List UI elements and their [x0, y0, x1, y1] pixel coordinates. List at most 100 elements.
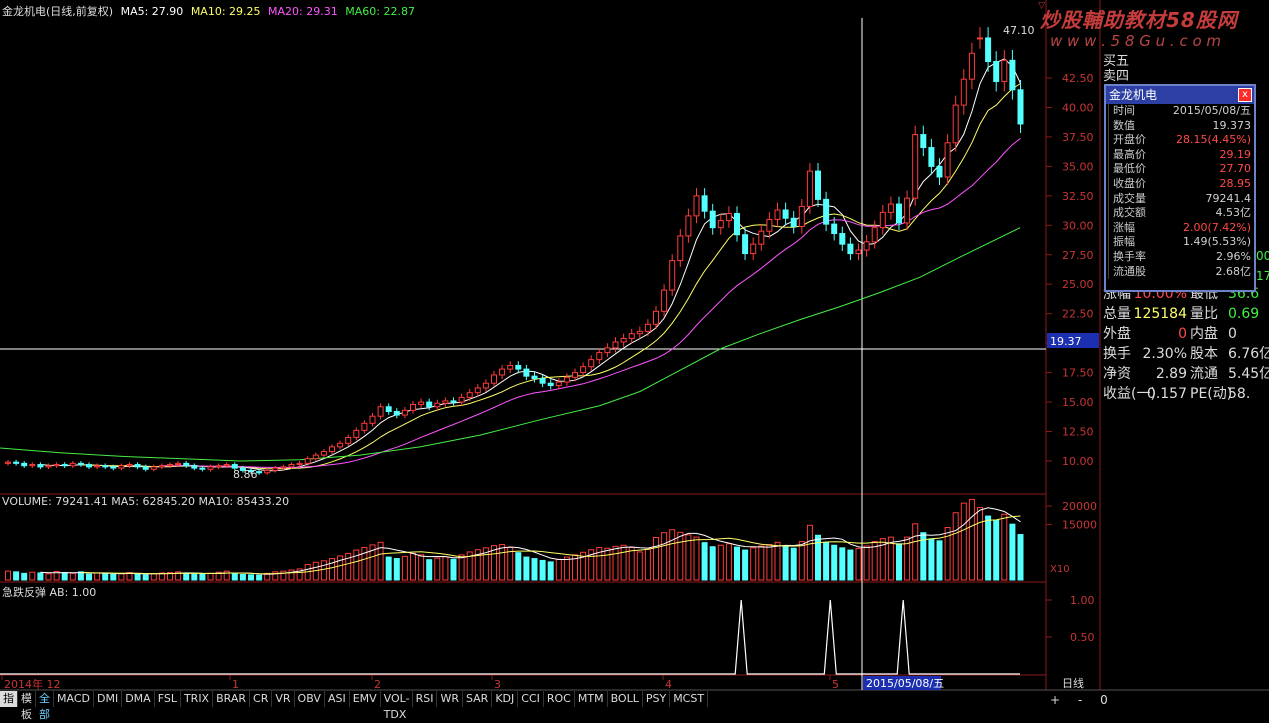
candle-body: [879, 211, 886, 229]
tab-模板[interactable]: 模板: [18, 691, 36, 721]
ma10-line: [80, 83, 1021, 470]
zoom-in-button[interactable]: +: [1050, 693, 1060, 707]
tab-sar[interactable]: SAR: [463, 691, 493, 707]
tab-mtm[interactable]: MTM: [575, 691, 608, 707]
tab-asi[interactable]: ASI: [325, 691, 350, 707]
tab-boll[interactable]: BOLL: [608, 691, 643, 707]
tab-roc[interactable]: ROC: [544, 691, 575, 707]
candle-body: [596, 352, 603, 361]
data-window-row: 时间 2015/05/08/五: [1108, 104, 1254, 119]
volume-bar: [142, 574, 149, 581]
ma20-line: [161, 138, 1021, 468]
candle-body: [385, 406, 392, 413]
volume-bar: [207, 572, 214, 581]
ma10-value: MA10: 29.25: [190, 5, 261, 18]
tab-cr[interactable]: CR: [250, 691, 273, 707]
data-window-value: 29.19: [1219, 147, 1252, 161]
tab-kdj[interactable]: KDJ: [492, 691, 519, 707]
tab-macd[interactable]: MACD: [54, 691, 94, 707]
kline-chart[interactable]: 42.50 40.00 37.50 35.00 32.50 30.00 27.50 25.00…: [0, 0, 1269, 713]
tab-psy[interactable]: PSY: [643, 691, 671, 707]
candle-body: [450, 400, 457, 403]
tab-vr[interactable]: VR: [272, 691, 295, 707]
volume-bar: [401, 555, 408, 581]
candle-body: [482, 382, 489, 389]
tab-brar[interactable]: BRAR: [213, 691, 251, 707]
data-window-label: 换手率: [1113, 249, 1146, 263]
candle-body: [993, 61, 1000, 83]
volume-bar: [661, 532, 668, 581]
candle-body: [410, 403, 416, 411]
candle-body: [725, 213, 732, 222]
volume-bar: [709, 546, 716, 581]
price-axis-label: 17.50: [1062, 367, 1094, 380]
candle-body: [499, 368, 506, 376]
volume-bar: [288, 569, 295, 581]
rebound-signal-line: [0, 599, 1020, 675]
candle-body: [920, 134, 927, 149]
volume-bar: [1009, 523, 1016, 581]
tab-wr[interactable]: WR: [437, 691, 463, 707]
candle-body: [555, 381, 562, 387]
candle-body: [280, 466, 287, 469]
candle-body: [847, 243, 854, 255]
data-window-row: 换手率 2.96%: [1108, 249, 1254, 265]
indicator-axis-label: 1.00: [1070, 594, 1095, 607]
candle-body: [345, 436, 352, 444]
volume-bar: [442, 556, 449, 581]
volume-bar: [110, 573, 117, 581]
candle-body: [774, 209, 781, 220]
date-axis-label: 5: [832, 678, 839, 691]
tab-rsi[interactable]: RSI: [413, 691, 438, 707]
volume-bar: [418, 554, 425, 581]
candle-body: [223, 464, 230, 467]
candle-body: [531, 375, 538, 380]
data-window-row: 成交量 79241.4: [1108, 191, 1254, 207]
tab-emv[interactable]: EMV: [350, 691, 381, 707]
volume-bar: [21, 572, 28, 581]
tab-trix[interactable]: TRIX: [181, 691, 214, 707]
volume-bar: [806, 524, 813, 581]
tab-mcst[interactable]: MCST: [670, 691, 709, 707]
close-icon[interactable]: x: [1238, 88, 1252, 102]
tab-cci[interactable]: CCI: [518, 691, 544, 707]
data-window-title[interactable]: 金龙机电 x: [1106, 86, 1254, 104]
candle-body: [936, 165, 943, 178]
data-window-label: 时间: [1113, 104, 1135, 117]
candle-body: [126, 464, 133, 467]
data-window-label: 开盘价: [1113, 133, 1146, 147]
volume-axis-label: 15000: [1062, 519, 1097, 532]
zoom-out-button[interactable]: -: [1078, 693, 1082, 707]
candle-body: [717, 220, 724, 229]
tab-dmi[interactable]: DMI: [94, 691, 123, 707]
volume-bar: [653, 537, 659, 581]
reset-button[interactable]: 0: [1100, 693, 1108, 707]
volume-bar: [515, 552, 522, 581]
volume-bar: [669, 529, 676, 581]
volume-bar: [86, 573, 92, 581]
tab-obv[interactable]: OBV: [295, 691, 325, 707]
tab-dma[interactable]: DMA: [122, 691, 155, 707]
candle-body: [29, 464, 36, 467]
quote-value: 5.45亿: [1228, 366, 1269, 382]
data-window[interactable]: 金龙机电 x 时间 2015/05/08/五 数值 19.373 开盘价 28.15(4.…: [1104, 84, 1256, 292]
quote-value: 0: [1228, 326, 1237, 342]
candle-body: [329, 446, 335, 453]
tab-指标[interactable]: 指标: [0, 691, 18, 721]
tab-vol-tdx[interactable]: VOL-TDX: [381, 691, 413, 721]
data-window-rows: 时间 2015/05/08/五 数值 19.373 开盘价 28.15(4.45%) 最高价…: [1106, 104, 1254, 280]
date-axis-label: 2014年 12: [4, 677, 61, 691]
candle-body: [110, 466, 117, 469]
tab-全部[interactable]: 全部: [36, 691, 54, 721]
candle-body: [563, 376, 570, 383]
data-window-label: 收盘价: [1113, 176, 1146, 190]
data-window-value: 2.68亿: [1215, 264, 1252, 278]
tab-fsl[interactable]: FSL: [155, 691, 181, 707]
volume-bar: [912, 523, 919, 581]
candle-body: [685, 215, 692, 237]
volume-bar: [766, 544, 773, 581]
volume-bar: [896, 543, 902, 581]
candle-body: [175, 462, 182, 466]
candle-body: [167, 464, 173, 467]
candle-body: [474, 387, 481, 394]
